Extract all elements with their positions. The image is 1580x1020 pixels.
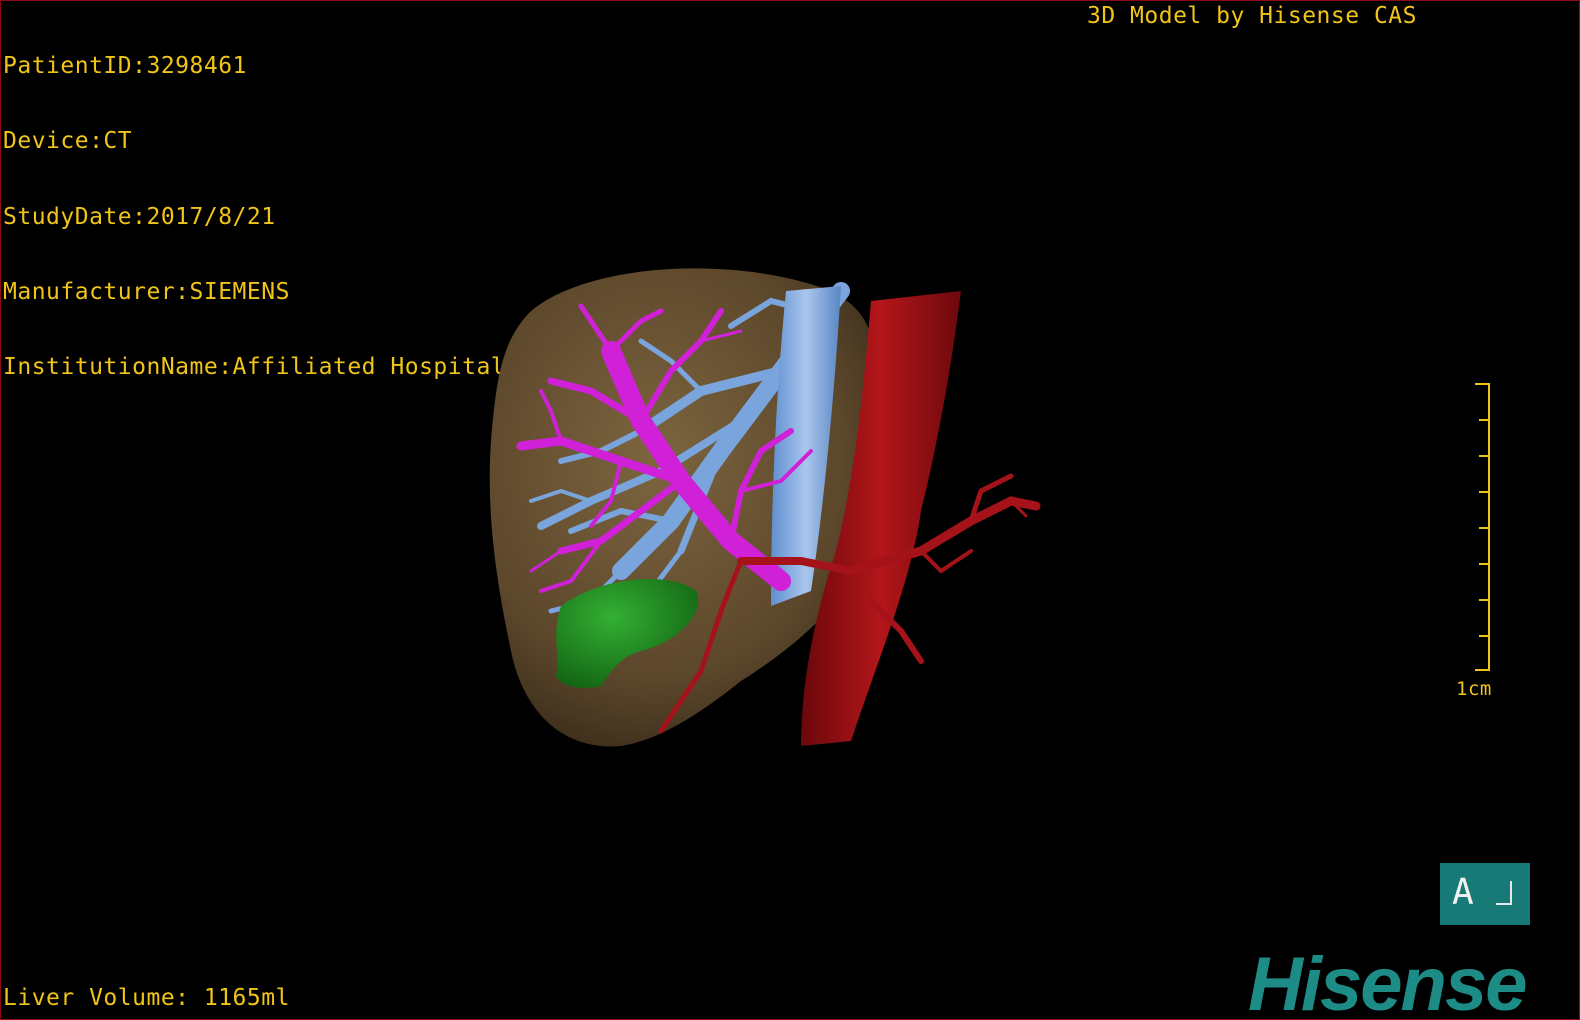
model-credit: 3D Model by Hisense CAS [1087, 3, 1417, 29]
study-date: StudyDate:2017/8/21 [3, 203, 276, 230]
orientation-cube[interactable]: A [1440, 863, 1530, 925]
scale-bar-label: 1cm [1456, 678, 1492, 700]
orientation-label: A [1452, 872, 1474, 913]
device: Device:CT [3, 128, 133, 155]
orientation-corner-icon [1496, 881, 1512, 905]
scale-bar [1475, 383, 1490, 671]
hisense-logo: Hisense [1248, 942, 1527, 1020]
liver-3d-model[interactable] [441, 251, 1081, 771]
3d-viewport[interactable]: PatientID:3298461 Device:CT StudyDate:20… [0, 0, 1580, 1020]
patient-id: PatientID:3298461 [3, 53, 247, 79]
liver-volume: Liver Volume: 1165ml [3, 985, 290, 1011]
